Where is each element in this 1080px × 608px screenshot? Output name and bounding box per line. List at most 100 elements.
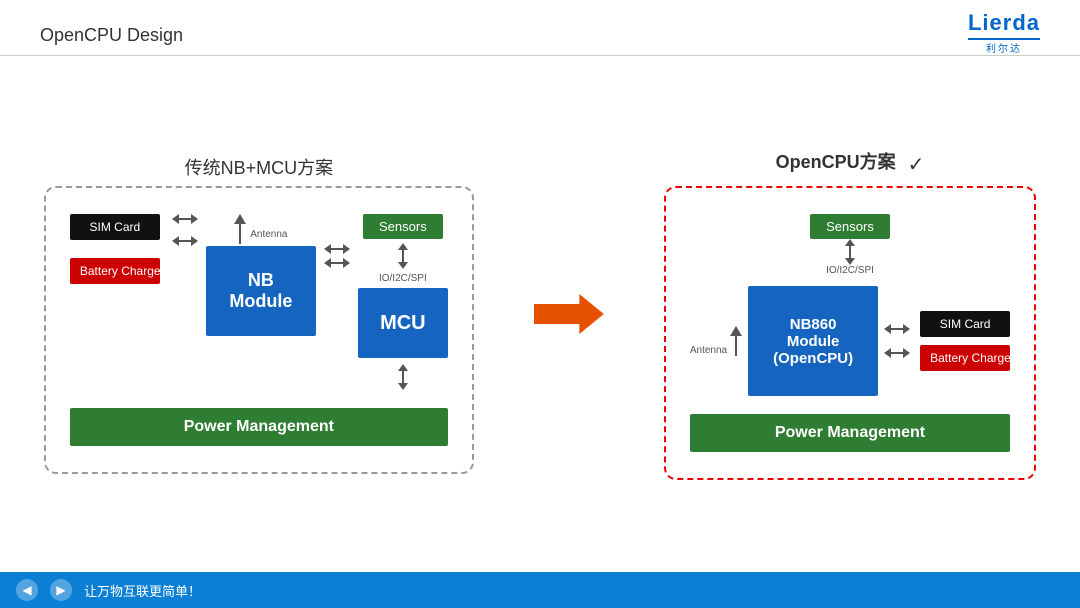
vl2 xyxy=(402,371,404,383)
r-arr-up1 xyxy=(845,239,855,246)
right-box-inner: Sensors IO/I2C/SPI Antenna xyxy=(682,204,1018,462)
nb-module-col: Antenna NBModule xyxy=(206,214,316,336)
antenna-symbol xyxy=(234,214,246,244)
arrow-head-right2 xyxy=(191,236,198,246)
mcu-module: MCU xyxy=(358,288,448,358)
footer-text: 让万物互联更简单！ xyxy=(84,581,201,600)
nb-mcu-dbl-arrow xyxy=(324,244,350,254)
next-icon: ▶ xyxy=(56,583,65,597)
h-line2 xyxy=(179,240,191,242)
ah-l3 xyxy=(324,244,331,254)
antenna-label-left: Antenna xyxy=(250,229,287,240)
r-dbl-arr2 xyxy=(884,348,910,358)
battery-box: Battery Charge xyxy=(70,258,160,284)
sensors-mcu-col: Sensors IO/I2C/SPI MCU xyxy=(358,214,448,390)
arrow-head-left xyxy=(172,214,179,224)
right-dashed-box: Sensors IO/I2C/SPI Antenna xyxy=(664,186,1036,480)
right-power-mgmt: Power Management xyxy=(690,414,1010,452)
right-side-arrows xyxy=(884,324,910,358)
next-button[interactable]: ▶ xyxy=(50,579,72,601)
right-main-row: Antenna NB860Module(OpenCPU) xyxy=(690,286,1010,396)
r-ah-l2 xyxy=(884,348,891,358)
nb-mcu-arrows xyxy=(324,244,350,268)
r-ah-l1 xyxy=(884,324,891,334)
nb860-label: NB860Module(OpenCPU) xyxy=(773,316,853,367)
right-ant-sym xyxy=(730,326,742,356)
right-diagram-title: OpenCPU方案 xyxy=(776,148,896,174)
left-row1: SIM Card Battery Charge xyxy=(70,214,448,390)
big-arrow-body xyxy=(534,294,604,334)
right-io-label: IO/I2C/SPI xyxy=(826,265,874,276)
left-sensors-box: Sensors xyxy=(363,214,443,239)
nb-module: NBModule xyxy=(206,246,316,336)
r-ah-r1 xyxy=(903,324,910,334)
hl3 xyxy=(331,248,343,250)
page-title: OpenCPU Design xyxy=(40,25,183,46)
r-dbl-arr1 xyxy=(884,324,910,334)
arr-up2 xyxy=(398,364,408,371)
logo: Lierda 利尔达 xyxy=(968,10,1040,55)
checkmark: ✓ xyxy=(908,152,925,177)
r-ant-top xyxy=(730,326,742,336)
vl1 xyxy=(402,250,404,262)
main-content: 传统NB+MCU方案 SIM Card Battery Charge xyxy=(0,60,1080,568)
r-ant-stick xyxy=(735,336,737,356)
nb-mcu-dbl-arrow2 xyxy=(324,258,350,268)
arrow-head-left2 xyxy=(172,236,179,246)
big-arrow xyxy=(534,294,604,334)
right-antenna-label: Antenna xyxy=(690,345,727,356)
antenna-row: Antenna xyxy=(234,214,287,244)
ah-l4 xyxy=(324,258,331,268)
hl4 xyxy=(331,262,343,264)
ant-stick xyxy=(239,224,241,244)
right-battery: Battery Charge xyxy=(920,345,1010,371)
dbl-arrow-sim xyxy=(172,214,198,224)
r-ah-r2 xyxy=(903,348,910,358)
vert-io-arrow xyxy=(398,243,408,269)
right-diagram-area: OpenCPU方案 ✓ Sensors IO/I2C/SPI xyxy=(664,148,1036,480)
arr-dn1 xyxy=(398,262,408,269)
footer: ◀ ▶ 让万物互联更简单！ xyxy=(0,572,1080,608)
right-sensors-area: Sensors IO/I2C/SPI xyxy=(690,214,1010,276)
prev-button[interactable]: ◀ xyxy=(16,579,38,601)
right-antenna-col: Antenna xyxy=(690,326,742,356)
nb-module-label: NBModule xyxy=(229,270,292,312)
ant-top xyxy=(234,214,246,224)
left-side-items: SIM Card Battery Charge xyxy=(70,214,160,284)
r-vl1 xyxy=(849,246,851,258)
left-row2: Power Management xyxy=(70,400,448,446)
left-dashed-box: SIM Card Battery Charge xyxy=(44,186,474,474)
sim-card-box: SIM Card xyxy=(70,214,160,240)
r-hl1 xyxy=(891,328,903,330)
header: OpenCPU Design Lierda 利尔达 xyxy=(0,0,1080,60)
right-side-items: SIM Card Battery Charge xyxy=(920,311,1010,371)
left-diagram-area: 传统NB+MCU方案 SIM Card Battery Charge xyxy=(44,154,474,474)
io-label-left: IO/I2C/SPI xyxy=(379,273,427,284)
right-title-row: OpenCPU方案 ✓ xyxy=(776,148,925,180)
h-line xyxy=(179,218,191,220)
arr-up1 xyxy=(398,243,408,250)
arrow-head-right xyxy=(191,214,198,224)
r-arr-dn1 xyxy=(845,258,855,265)
ah-r3 xyxy=(343,244,350,254)
logo-name: Lierda xyxy=(968,10,1040,36)
vert-bottom-arrow xyxy=(398,364,408,390)
left-power-mgmt: Power Management xyxy=(70,408,448,446)
logo-subtitle: 利尔达 xyxy=(986,40,1022,55)
arr-dn2 xyxy=(398,383,408,390)
nb860-module: NB860Module(OpenCPU) xyxy=(748,286,878,396)
left-diagram-title: 传统NB+MCU方案 xyxy=(185,154,334,180)
right-sim-card: SIM Card xyxy=(920,311,1010,337)
right-vert-arrow1 xyxy=(845,239,855,265)
right-antenna-sym: Antenna xyxy=(690,326,742,356)
left-arrows xyxy=(172,214,198,246)
mcu-label: MCU xyxy=(380,312,426,335)
header-divider xyxy=(0,55,1080,56)
ah-r4 xyxy=(343,258,350,268)
right-row3: Power Management xyxy=(690,406,1010,452)
left-box-inner: SIM Card Battery Charge xyxy=(62,204,456,456)
r-hl2 xyxy=(891,352,903,354)
dbl-arrow-batt xyxy=(172,236,198,246)
prev-icon: ◀ xyxy=(22,583,31,597)
right-sensors-box: Sensors xyxy=(810,214,890,239)
